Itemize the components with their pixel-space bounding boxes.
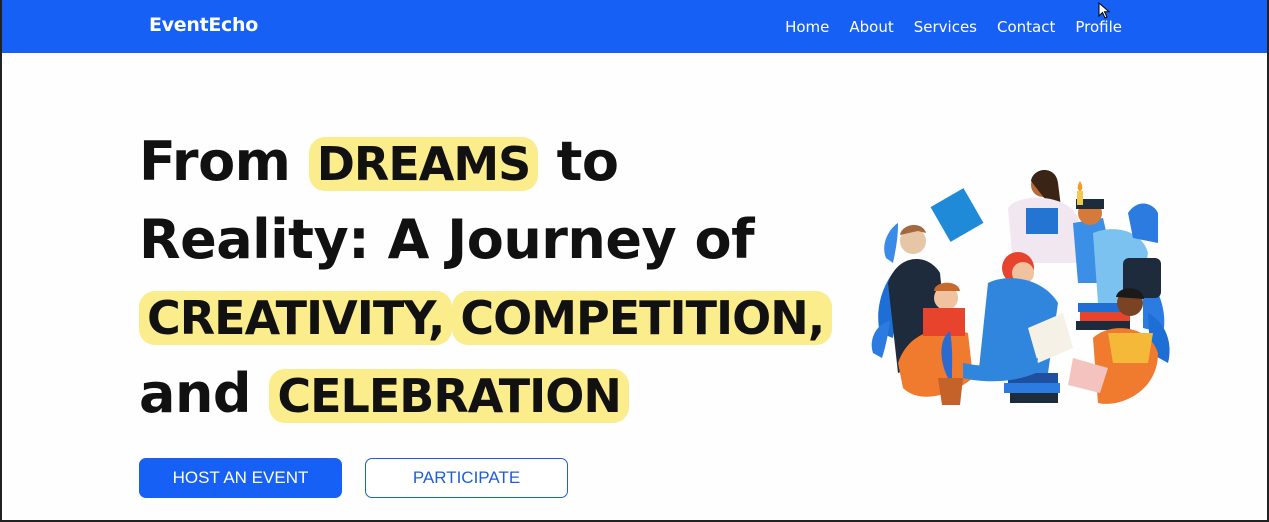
nav-link-profile[interactable]: Profile <box>1075 18 1122 36</box>
people-reading-illustration <box>871 170 1170 405</box>
brand-logo[interactable]: EventEcho <box>149 14 258 36</box>
nav-link-about[interactable]: About <box>849 18 893 36</box>
highlight-dreams: DREAMS <box>308 137 539 191</box>
participate-button[interactable]: PARTICIPATE <box>365 458 568 498</box>
host-event-button[interactable]: HOST AN EVENT <box>139 458 342 498</box>
highlight-celebration: CELEBRATION <box>269 369 629 423</box>
hero-title: From DREAMS to Reality: A Journey of CRE… <box>139 124 833 434</box>
hero-text: From <box>139 130 309 193</box>
nav-link-home[interactable]: Home <box>785 18 829 36</box>
hero-text: to <box>538 130 619 193</box>
hero-text: and <box>139 362 270 425</box>
highlight-competition: COMPETITION, <box>452 291 833 345</box>
hero-text: Reality: A Journey of <box>139 208 755 271</box>
mouse-pointer-icon <box>1098 2 1111 19</box>
nav-link-services[interactable]: Services <box>914 18 977 36</box>
nav-link-contact[interactable]: Contact <box>997 18 1055 36</box>
nav-links: Home About Services Contact Profile <box>765 0 1122 53</box>
navbar: EventEcho Home About Services Contact Pr… <box>2 0 1267 53</box>
highlight-creativity: CREATIVITY, <box>139 291 453 345</box>
